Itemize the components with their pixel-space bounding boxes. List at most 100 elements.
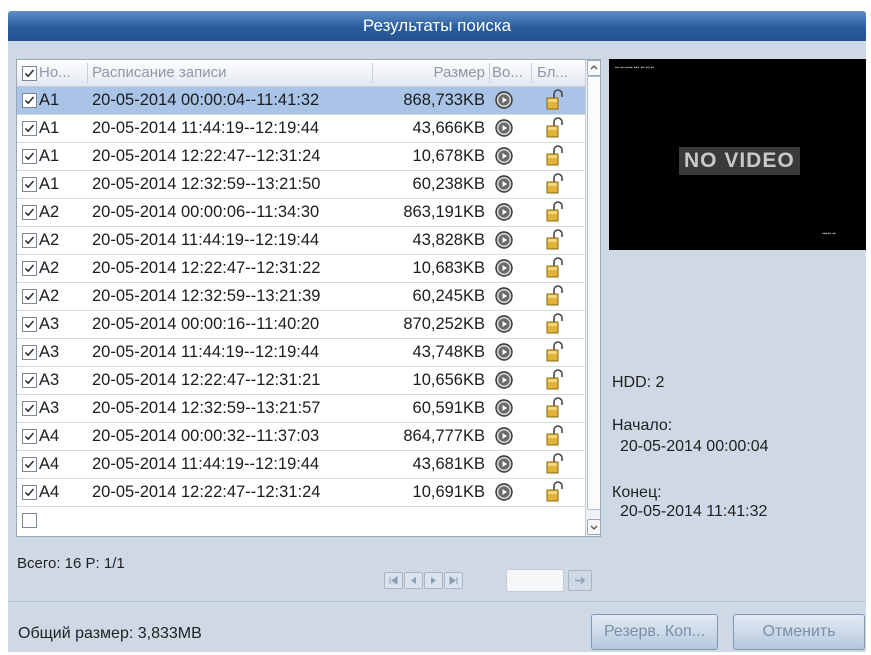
table-row[interactable]: A1 20-05-2014 12:22:47--12:31:24 10,678KB: [17, 143, 585, 171]
row-checkbox[interactable]: [22, 177, 37, 192]
table-row[interactable]: A4 20-05-2014 00:00:32--11:37:03 864,777KB: [17, 423, 585, 451]
table-row[interactable]: A3 20-05-2014 12:22:47--12:31:21 10,656KB: [17, 367, 585, 395]
row-checkbox[interactable]: [22, 261, 37, 276]
page-number-input[interactable]: [506, 569, 564, 592]
camera-id: A4: [39, 455, 60, 473]
table-row[interactable]: A4 20-05-2014 11:44:19--12:19:44 43,681KB: [17, 451, 585, 479]
next-page-button[interactable]: [424, 572, 443, 589]
unlocked-padlock-icon[interactable]: [545, 145, 565, 167]
play-circle-icon[interactable]: [495, 455, 513, 473]
file-size: 10,691KB: [412, 483, 485, 501]
play-circle-icon[interactable]: [495, 147, 513, 165]
record-time: 20-05-2014 12:22:47--12:31:21: [92, 371, 321, 389]
table-row[interactable]: A1 20-05-2014 00:00:04--11:41:32 868,733KB: [17, 87, 585, 115]
cancel-button[interactable]: Отменить: [733, 614, 865, 650]
unlocked-padlock-icon[interactable]: [545, 397, 565, 419]
preview-timestamp-overlay: ▪▪-▪▪-▪▪▪▪ ▪▪▪ ▪▪:▪▪:▪▪: [615, 65, 655, 71]
checkmark-icon: [24, 124, 35, 133]
column-header-size[interactable]: Размер: [377, 64, 485, 81]
camera-id: A1: [39, 175, 60, 193]
row-checkbox[interactable]: [22, 485, 37, 500]
row-checkbox[interactable]: [22, 317, 37, 332]
play-circle-icon[interactable]: [495, 371, 513, 389]
row-checkbox[interactable]: [22, 93, 37, 108]
play-circle-icon[interactable]: [495, 287, 513, 305]
unlocked-padlock-icon[interactable]: [545, 481, 565, 503]
hdd-info: HDD: 2: [612, 374, 665, 391]
checkmark-icon: [24, 236, 35, 245]
table-row[interactable]: A3 20-05-2014 12:32:59--13:21:57 60,591KB: [17, 395, 585, 423]
unlocked-padlock-icon[interactable]: [545, 229, 565, 251]
play-circle-icon[interactable]: [495, 119, 513, 137]
table-row[interactable]: A2 20-05-2014 00:00:06--11:34:30 863,191KB: [17, 199, 585, 227]
row-checkbox[interactable]: [22, 513, 37, 528]
play-circle-icon[interactable]: [495, 315, 513, 333]
column-header-schedule[interactable]: Расписание записи: [92, 64, 362, 81]
play-circle-icon[interactable]: [495, 91, 513, 109]
row-checkbox[interactable]: [22, 205, 37, 220]
table-row[interactable]: A2 20-05-2014 11:44:19--12:19:44 43,828KB: [17, 227, 585, 255]
unlocked-padlock-icon[interactable]: [545, 369, 565, 391]
backup-button[interactable]: Резерв. Коп...: [591, 614, 718, 650]
column-header-no[interactable]: Но...: [39, 64, 85, 81]
play-circle-icon[interactable]: [495, 175, 513, 193]
first-page-button[interactable]: [384, 572, 403, 589]
table-row[interactable]: A1 20-05-2014 11:44:19--12:19:44 43,666KB: [17, 115, 585, 143]
file-size: 60,245KB: [412, 287, 485, 305]
row-checkbox[interactable]: [22, 289, 37, 304]
column-header-lock[interactable]: Бл...: [537, 64, 577, 81]
file-size: 870,252KB: [403, 315, 485, 333]
video-preview: ▪▪-▪▪-▪▪▪▪ ▪▪▪ ▪▪:▪▪:▪▪ NO VIDEO ▪▪▪▪▪ ▪…: [609, 59, 866, 250]
play-circle-icon[interactable]: [495, 483, 513, 501]
table-row[interactable]: A3 20-05-2014 11:44:19--12:19:44 43,748KB: [17, 339, 585, 367]
no-video-label: NO VIDEO: [679, 147, 800, 175]
table-row[interactable]: A4 20-05-2014 12:22:47--12:31:24 10,691KB: [17, 479, 585, 507]
unlocked-padlock-icon[interactable]: [545, 257, 565, 279]
vertical-scrollbar[interactable]: [585, 60, 600, 536]
last-page-button[interactable]: [444, 572, 463, 589]
unlocked-padlock-icon[interactable]: [545, 285, 565, 307]
play-circle-icon[interactable]: [495, 427, 513, 445]
table-row[interactable]: A1 20-05-2014 12:32:59--13:21:50 60,238KB: [17, 171, 585, 199]
file-size: 60,238KB: [412, 175, 485, 193]
end-value: 20-05-2014 11:41:32: [620, 503, 768, 520]
table-row[interactable]: A3 20-05-2014 00:00:16--11:40:20 870,252KB: [17, 311, 585, 339]
record-time: 20-05-2014 12:22:47--12:31:24: [92, 147, 321, 165]
scroll-down-button[interactable]: [587, 519, 600, 535]
play-circle-icon[interactable]: [495, 399, 513, 417]
row-checkbox[interactable]: [22, 345, 37, 360]
unlocked-padlock-icon[interactable]: [545, 117, 565, 139]
row-checkbox[interactable]: [22, 401, 37, 416]
column-header-play[interactable]: Во...: [492, 64, 528, 81]
scroll-up-button[interactable]: [587, 60, 600, 76]
row-checkbox[interactable]: [22, 373, 37, 388]
pagination-summary: Всего: 16 P: 1/1: [17, 555, 125, 572]
go-to-page-button[interactable]: [568, 570, 592, 591]
play-circle-icon[interactable]: [495, 203, 513, 221]
unlocked-padlock-icon[interactable]: [545, 89, 565, 111]
unlocked-padlock-icon[interactable]: [545, 425, 565, 447]
checkmark-icon: [24, 264, 35, 273]
scroll-thumb[interactable]: [587, 76, 600, 510]
row-checkbox[interactable]: [22, 457, 37, 472]
start-value: 20-05-2014 00:00:04: [620, 438, 769, 455]
select-all-checkbox[interactable]: [22, 66, 37, 81]
play-circle-icon[interactable]: [495, 343, 513, 361]
unlocked-padlock-icon[interactable]: [545, 453, 565, 475]
play-circle-icon[interactable]: [495, 231, 513, 249]
unlocked-padlock-icon[interactable]: [545, 341, 565, 363]
table-row-partial[interactable]: [17, 507, 585, 534]
unlocked-padlock-icon[interactable]: [545, 201, 565, 223]
file-size: 863,191KB: [403, 203, 485, 221]
table-row[interactable]: A2 20-05-2014 12:22:47--12:31:22 10,683KB: [17, 255, 585, 283]
previous-page-button[interactable]: [404, 572, 423, 589]
play-circle-icon[interactable]: [495, 259, 513, 277]
row-checkbox[interactable]: [22, 149, 37, 164]
row-checkbox[interactable]: [22, 233, 37, 248]
row-checkbox[interactable]: [22, 121, 37, 136]
results-table: Но... Расписание записи Размер Во... Бл.…: [16, 59, 601, 537]
table-row[interactable]: A2 20-05-2014 12:32:59--13:21:39 60,245KB: [17, 283, 585, 311]
unlocked-padlock-icon[interactable]: [545, 173, 565, 195]
row-checkbox[interactable]: [22, 429, 37, 444]
unlocked-padlock-icon[interactable]: [545, 313, 565, 335]
